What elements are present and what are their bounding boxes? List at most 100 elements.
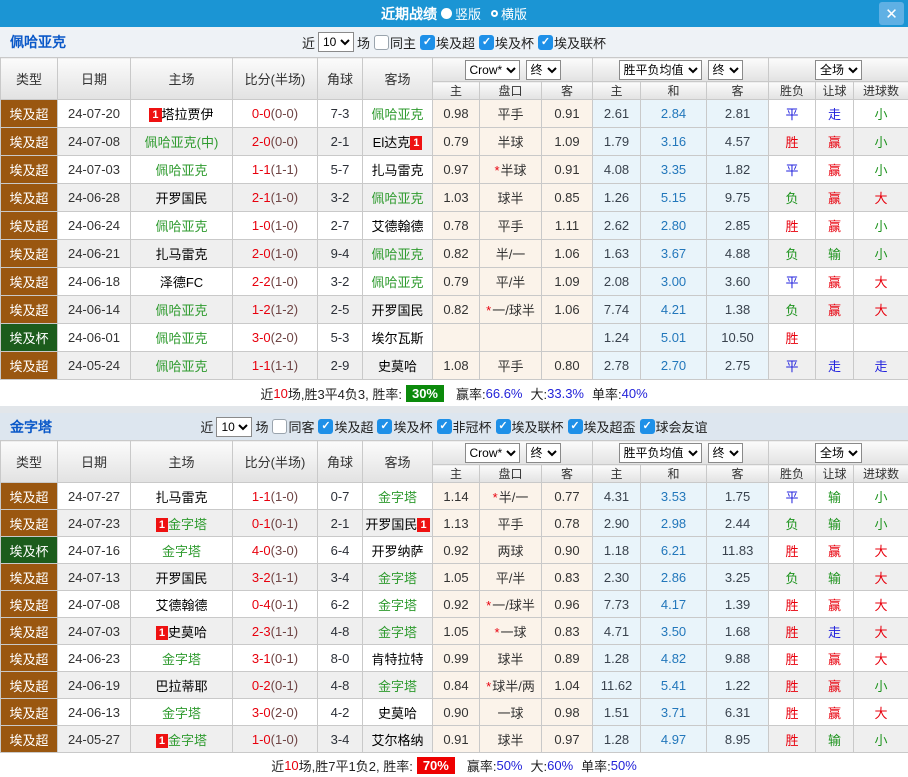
- summary: 近10场,胜3平4负3, 胜率: 30% 赢率:66.6% 大:33.3% 单率…: [0, 380, 908, 406]
- fulltime-score: 2-1: [252, 190, 271, 205]
- league-checkbox-input[interactable]: [496, 419, 511, 434]
- avg-type-select[interactable]: 胜平负均值: [619, 60, 702, 80]
- handicap-text: 一球: [501, 625, 527, 640]
- handicap-cell: 平手: [480, 352, 542, 380]
- away-odds-cell: 0.90: [542, 537, 593, 564]
- games-count-select[interactable]: 10: [216, 417, 252, 437]
- handicap-cell: 球半: [480, 726, 542, 753]
- col-home: 主场: [131, 441, 233, 483]
- draw-avg-cell: 3.53: [641, 483, 707, 510]
- league-checkbox-input[interactable]: [538, 35, 553, 50]
- league-type-cell: 埃及超: [1, 483, 58, 510]
- sub-goals-result: 进球数: [854, 82, 908, 100]
- draw-avg-cell: 2.98: [641, 510, 707, 537]
- league-checkbox-input[interactable]: [420, 35, 435, 50]
- home-avg-cell: 1.79: [593, 128, 641, 156]
- league-checkbox[interactable]: 埃及超盃: [568, 417, 636, 436]
- odds-group-header: Crow* 终: [433, 441, 593, 465]
- horizontal-radio[interactable]: [491, 10, 498, 17]
- handicap-star: *: [486, 598, 491, 613]
- handicap-rate-value: 66.6%: [486, 386, 523, 401]
- filter-row: 佩哈亚克 近 10 场 同主 埃及超埃及杯埃及联杯: [0, 27, 908, 57]
- league-type-cell: 埃及超: [1, 591, 58, 618]
- league-checkbox[interactable]: 埃及超: [420, 33, 475, 52]
- sub-home-avg: 主: [593, 465, 641, 483]
- away-avg-cell: 4.57: [707, 128, 769, 156]
- odds-time-select[interactable]: 终: [526, 443, 561, 463]
- scope-select[interactable]: 全场: [815, 60, 862, 80]
- single-rate-label: 单率:: [592, 384, 622, 403]
- close-button[interactable]: ✕: [879, 2, 904, 25]
- same-venue-checkbox[interactable]: 同主: [374, 33, 416, 52]
- home-odds-cell: 0.84: [433, 672, 480, 699]
- league-checkbox-input[interactable]: [479, 35, 494, 50]
- col-home: 主场: [131, 58, 233, 100]
- league-checkbox[interactable]: 埃及杯: [377, 417, 432, 436]
- match-table-body: 埃及超24-07-201塔拉贾伊0-0(0-0)7-3佩哈亚克0.98平手0.9…: [1, 100, 908, 380]
- league-checkbox-input[interactable]: [640, 419, 655, 434]
- goals-result-cell: 小: [854, 212, 908, 240]
- handicap-result-cell: 输: [816, 240, 854, 268]
- goals-result-cell: 小: [854, 128, 908, 156]
- handicap-rate-label: 赢率:: [456, 384, 486, 403]
- date-cell: 24-06-21: [58, 240, 131, 268]
- home-odds-cell: 0.92: [433, 537, 480, 564]
- home-avg-cell: 1.28: [593, 726, 641, 753]
- avg-time-select[interactable]: 终: [708, 60, 743, 80]
- result-group-header: 全场: [769, 441, 908, 465]
- away-avg-cell: 1.68: [707, 618, 769, 645]
- games-label: 场: [255, 417, 268, 436]
- league-type-cell: 埃及超: [1, 184, 58, 212]
- result-cell: 平: [769, 268, 816, 296]
- same-venue-checkbox[interactable]: 同客: [272, 417, 314, 436]
- league-checkbox[interactable]: 埃及联杯: [496, 417, 564, 436]
- date-cell: 24-06-24: [58, 212, 131, 240]
- avg-type-select[interactable]: 胜平负均值: [619, 443, 702, 463]
- league-checkbox[interactable]: 埃及超: [318, 417, 373, 436]
- home-odds-cell: 0.92: [433, 591, 480, 618]
- halftime-score: (1-0): [271, 246, 298, 261]
- halftime-score: (1-1): [271, 624, 298, 639]
- odds-source-select[interactable]: Crow*: [465, 60, 520, 80]
- league-checkbox[interactable]: 埃及联杯: [538, 33, 606, 52]
- home-team-cell: 扎马雷克: [131, 483, 233, 510]
- horizontal-radio-label[interactable]: 横版: [501, 4, 527, 23]
- result-cell: 胜: [769, 212, 816, 240]
- home-team-cell: 佩哈亚克: [131, 324, 233, 352]
- league-checkbox-input[interactable]: [437, 419, 452, 434]
- scope-select[interactable]: 全场: [815, 443, 862, 463]
- vertical-radio-selected[interactable]: [441, 8, 452, 19]
- result-cell: 胜: [769, 537, 816, 564]
- corner-cell: 3-4: [318, 564, 363, 591]
- league-checkbox-input[interactable]: [377, 419, 392, 434]
- fulltime-score: 3-1: [252, 651, 271, 666]
- avg-time-select[interactable]: 终: [708, 443, 743, 463]
- handicap-cell: 两球: [480, 537, 542, 564]
- league-checkbox-input[interactable]: [568, 419, 583, 434]
- single-rate-value: 40%: [622, 386, 648, 401]
- away-team-cell: 开罗国民: [363, 296, 433, 324]
- draw-avg-cell: 5.15: [641, 184, 707, 212]
- date-cell: 24-06-18: [58, 268, 131, 296]
- games-count-select[interactable]: 10: [318, 32, 354, 52]
- odds-time-select[interactable]: 终: [526, 60, 561, 80]
- league-checkbox[interactable]: 非冠杯: [437, 417, 492, 436]
- goals-result-cell: 小: [854, 510, 908, 537]
- col-score: 比分(半场): [233, 441, 318, 483]
- halftime-score: (0-0): [271, 134, 298, 149]
- away-team-cell-name: 佩哈亚克: [371, 275, 423, 290]
- home-team-cell-name: 塔拉贾伊: [162, 107, 214, 122]
- vertical-radio-label[interactable]: 竖版: [455, 4, 481, 23]
- home-team-cell: 佩哈亚克: [131, 352, 233, 380]
- score-cell: 1-1(1-0): [233, 483, 318, 510]
- league-checkbox[interactable]: 埃及杯: [479, 33, 534, 52]
- same-venue-checkbox-input[interactable]: [374, 35, 389, 50]
- over-rate-label: 大:: [531, 384, 548, 403]
- league-checkbox-input[interactable]: [318, 419, 333, 434]
- away-avg-cell: 9.75: [707, 184, 769, 212]
- home-avg-cell: 1.18: [593, 537, 641, 564]
- same-venue-checkbox-input[interactable]: [272, 419, 287, 434]
- odds-source-select[interactable]: Crow*: [465, 443, 520, 463]
- league-checkbox[interactable]: 球会友谊: [640, 417, 708, 436]
- away-odds-cell: 0.96: [542, 591, 593, 618]
